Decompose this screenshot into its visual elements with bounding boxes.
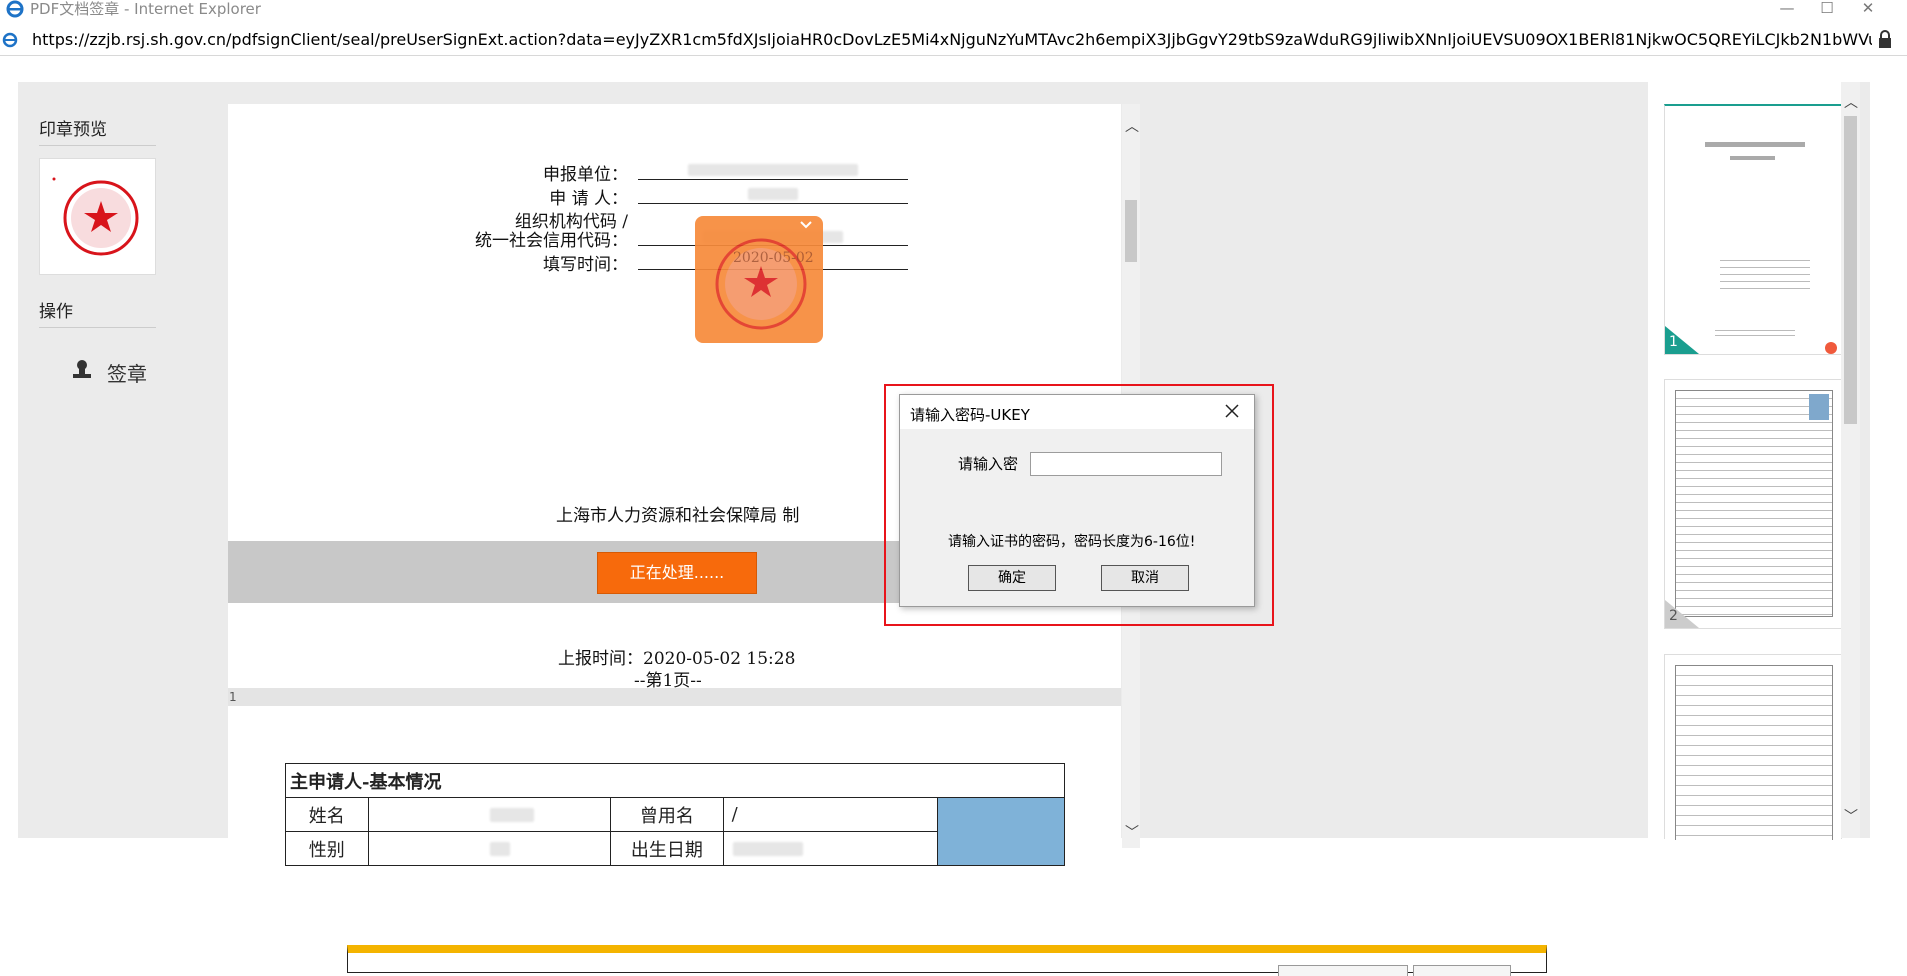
sign-label[interactable]: 签章 — [107, 358, 147, 387]
stamp-icon — [73, 360, 91, 378]
thumb-line — [1705, 142, 1805, 147]
photo-cell — [936, 797, 1066, 866]
field-label-applicant: 申 请 人： — [549, 189, 628, 209]
actions-title: 操作 — [39, 302, 73, 322]
redacted-value — [688, 164, 858, 176]
thumb-number: 1 — [1669, 334, 1678, 350]
dialog-titlebar: 请输入密码-UKEY — [900, 395, 1254, 429]
field-line — [638, 179, 908, 180]
seal-preview-title: 印章预览 — [39, 120, 107, 140]
window-titlebar: PDF文档签章 - Internet Explorer — ☐ ✕ — [0, 0, 1907, 23]
thumb-photo — [1809, 394, 1829, 420]
stamp-date: 2020-05-02 — [733, 250, 814, 266]
scroll-up-icon[interactable]: ︿ — [1125, 116, 1139, 136]
field-line — [638, 203, 908, 204]
thumb-lines — [1715, 326, 1795, 336]
password-dialog: 请输入密码-UKEY 请输入密 请输入证书的密码，密码长度为6-16位! 确定 … — [899, 394, 1255, 607]
scroll-thumb[interactable] — [1844, 116, 1857, 424]
password-hint: 请输入证书的密码，密码长度为6-16位! — [948, 534, 1196, 550]
table-cell — [722, 831, 938, 866]
thumbnail-page-1[interactable]: 1 — [1664, 104, 1842, 355]
field-label-time: 填写时间： — [543, 255, 628, 275]
divider — [39, 327, 156, 328]
thumbnail-scrollbar[interactable]: ︿ ﹀ — [1841, 82, 1860, 838]
thumbnail-panel: 1 2 — [1648, 82, 1860, 840]
lock-icon[interactable] — [1877, 29, 1893, 49]
table-cell — [367, 831, 612, 866]
table-cell — [367, 797, 612, 832]
page-gap — [228, 688, 1121, 706]
thumbnail-page-3[interactable] — [1664, 654, 1842, 840]
processing-button[interactable]: 正在处理...... — [597, 552, 757, 594]
password-input[interactable] — [1030, 452, 1222, 476]
info-table: 主申请人-基本情况 姓名 曾用名 / 性别 出生日期 — [285, 763, 1066, 866]
thumbnail-page-2[interactable]: 2 — [1664, 379, 1842, 629]
url-text[interactable]: https://zzjb.rsj.sh.gov.cn/pdfsignClient… — [32, 30, 1872, 49]
page-icon — [2, 32, 18, 48]
bottom-button[interactable] — [1278, 965, 1408, 976]
cancel-button[interactable]: 取消 — [1101, 565, 1189, 591]
table-heading: 主申请人-基本情况 — [285, 763, 1065, 798]
password-label: 请输入密 — [958, 455, 1019, 473]
table-cell: / — [722, 797, 938, 832]
redacted-value — [748, 188, 798, 200]
scroll-down-icon[interactable]: ﹀ — [1844, 806, 1858, 826]
scroll-down-icon[interactable]: ﹀ — [1125, 822, 1139, 842]
address-bar[interactable]: https://zzjb.rsj.sh.gov.cn/pdfsignClient… — [0, 24, 1907, 56]
ok-button[interactable]: 确定 — [968, 565, 1056, 591]
close-window-button[interactable]: ✕ — [1848, 0, 1888, 18]
seal-stamp-icon — [715, 221, 812, 330]
table-cell: 姓名 — [285, 797, 369, 832]
draggable-seal[interactable]: 2020-05-02 — [695, 216, 823, 343]
thumb-number: 2 — [1669, 608, 1678, 624]
field-label-unit: 申报单位： — [543, 165, 628, 185]
field-label-orgcode: 统一社会信用代码： — [475, 231, 628, 251]
thumb-line — [1730, 156, 1775, 160]
divider — [39, 145, 156, 146]
table-row: 姓名 曾用名 / — [285, 797, 1066, 866]
table-cell: 曾用名 — [610, 797, 724, 832]
thumb-lines — [1720, 254, 1810, 294]
thumb-table — [1675, 665, 1833, 840]
page-number: 1 — [229, 690, 237, 704]
ie-logo-icon — [6, 0, 24, 18]
status-dot — [1825, 342, 1837, 354]
issuer-text: 上海市人力资源和社会保障局 制 — [556, 506, 800, 526]
table-cell: 性别 — [285, 831, 369, 866]
window-title: PDF文档签章 - Internet Explorer — [30, 0, 261, 18]
minimize-button[interactable]: — — [1767, 0, 1807, 18]
thumb-table — [1675, 390, 1833, 617]
seal-stamp-icon — [52, 177, 139, 256]
dialog-title: 请输入密码-UKEY — [910, 406, 1030, 424]
table-cell: 出生日期 — [610, 831, 724, 866]
seal-preview[interactable] — [39, 158, 156, 275]
scroll-up-icon[interactable]: ︿ — [1844, 92, 1858, 112]
bottom-button[interactable] — [1413, 965, 1511, 976]
close-icon[interactable] — [1222, 401, 1242, 421]
maximize-button[interactable]: ☐ — [1807, 0, 1847, 18]
scroll-thumb[interactable] — [1125, 200, 1137, 262]
